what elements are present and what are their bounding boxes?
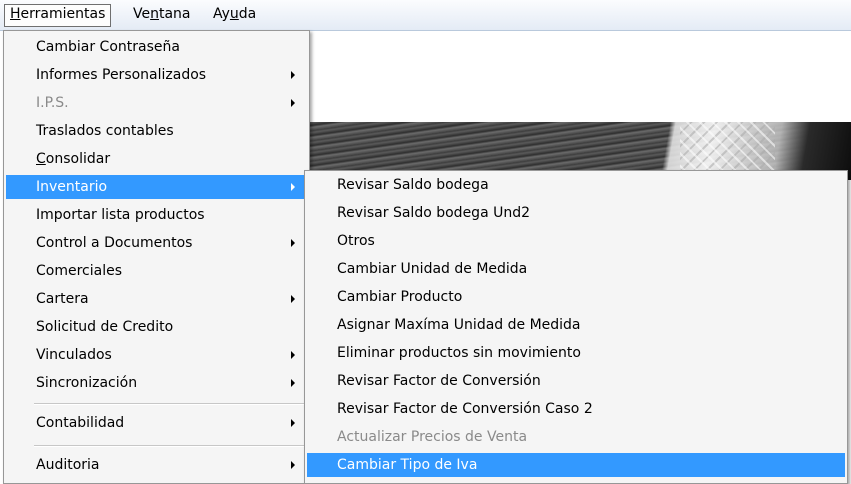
submenu-item-eliminar-productos[interactable]: Eliminar productos sin movimiento [307, 341, 845, 365]
herramientas-dropdown: Cambiar Contraseña Informes Personalizad… [3, 30, 310, 484]
submenu-arrow-icon [291, 183, 295, 191]
submenu-item-otros[interactable]: Otros [307, 229, 845, 253]
menu-item-mnemonic: C [36, 151, 46, 167]
menu-item-auditoria[interactable]: Auditoria [6, 453, 307, 477]
submenu-item-actualizar-precios-venta[interactable]: Actualizar Precios de Venta [307, 425, 845, 449]
menu-item-label: Solicitud de Credito [36, 319, 174, 335]
menu-item-label: Inventario [36, 179, 108, 195]
menu-ventana-pre: Ve [133, 6, 151, 22]
menu-item-consolidar[interactable]: Consolidar [6, 147, 307, 171]
menu-bar: Herramientas Ventana Ayuda [0, 0, 851, 31]
submenu-arrow-icon [291, 379, 295, 387]
submenu-item-cambiar-unidad-medida[interactable]: Cambiar Unidad de Medida [307, 257, 845, 281]
menu-item-comerciales[interactable]: Comerciales [6, 259, 307, 283]
menu-item-label: Auditoria [36, 457, 100, 473]
menu-item-informes-personalizados[interactable]: Informes Personalizados [6, 63, 307, 87]
menu-ayuda-mnemonic: u [229, 6, 239, 22]
menu-item-label-rest: onsolidar [45, 151, 111, 167]
submenu-item-label: Cambiar Unidad de Medida [337, 261, 528, 277]
menu-item-label: I.P.S. [36, 95, 69, 111]
menu-separator [34, 403, 307, 405]
menu-item-label: Control a Documentos [36, 235, 193, 251]
menu-herramientas-rest: erramientas [20, 6, 106, 22]
menu-ventana[interactable]: Ventana [128, 4, 196, 25]
submenu-item-label: Otros [337, 233, 375, 249]
menu-ayuda-rest: da [238, 6, 257, 22]
submenu-item-label: Revisar Saldo bodega Und2 [337, 205, 531, 221]
submenu-item-cambiar-producto[interactable]: Cambiar Producto [307, 285, 845, 309]
menu-herramientas[interactable]: Herramientas [4, 4, 112, 27]
menu-item-label: Cambiar Contraseña [36, 39, 180, 55]
submenu-item-label: Revisar Factor de Conversión Caso 2 [337, 401, 593, 417]
submenu-item-label: Asignar Maxíma Unidad de Medida [337, 317, 581, 333]
menu-item-cambiar-contrasena[interactable]: Cambiar Contraseña [6, 35, 307, 59]
menu-item-sincronizacion[interactable]: Sincronización [6, 371, 307, 395]
menu-ventana-rest: tana [158, 6, 191, 22]
menu-item-solicitud-credito[interactable]: Solicitud de Credito [6, 315, 307, 339]
submenu-item-label: Revisar Saldo bodega [337, 177, 489, 193]
menu-item-label: Comerciales [36, 263, 123, 279]
menu-ayuda-pre: Ay [213, 6, 230, 22]
menu-item-importar-lista-productos[interactable]: Importar lista productos [6, 203, 307, 227]
submenu-item-label: Cambiar Tipo de Iva [337, 457, 478, 473]
submenu-item-label: Actualizar Precios de Venta [337, 429, 528, 445]
submenu-arrow-icon [291, 461, 295, 469]
menu-item-control-documentos[interactable]: Control a Documentos [6, 231, 307, 255]
menu-item-label: Informes Personalizados [36, 67, 207, 83]
menu-ventana-mnemonic: n [150, 6, 159, 22]
submenu-item-cambiar-tipo-iva[interactable]: Cambiar Tipo de Iva [307, 453, 845, 477]
submenu-item-label: Cambiar Producto [337, 289, 463, 305]
menu-item-label: Cartera [36, 291, 89, 307]
menu-item-inventario[interactable]: Inventario [6, 175, 307, 199]
submenu-arrow-icon [291, 71, 295, 79]
submenu-arrow-icon [291, 351, 295, 359]
submenu-item-revisar-saldo-bodega[interactable]: Revisar Saldo bodega [307, 173, 845, 197]
submenu-arrow-icon [291, 239, 295, 247]
inventario-submenu: Revisar Saldo bodega Revisar Saldo bodeg… [304, 170, 848, 484]
menu-item-label: Vinculados [36, 347, 112, 363]
submenu-arrow-icon [291, 99, 295, 107]
submenu-item-revisar-factor-conversion[interactable]: Revisar Factor de Conversión [307, 369, 845, 393]
submenu-item-revisar-factor-conversion-caso2[interactable]: Revisar Factor de Conversión Caso 2 [307, 397, 845, 421]
submenu-arrow-icon [291, 419, 295, 427]
submenu-item-revisar-saldo-bodega-und2[interactable]: Revisar Saldo bodega Und2 [307, 201, 845, 225]
menu-item-traslados-contables[interactable]: Traslados contables [6, 119, 307, 143]
menu-ayuda[interactable]: Ayuda [208, 4, 261, 25]
menu-separator [34, 445, 307, 447]
submenu-item-asignar-maxima-unidad[interactable]: Asignar Maxíma Unidad de Medida [307, 313, 845, 337]
menu-item-vinculados[interactable]: Vinculados [6, 343, 307, 367]
menu-item-cartera[interactable]: Cartera [6, 287, 307, 311]
submenu-arrow-icon [291, 295, 295, 303]
menu-item-label: Contabilidad [36, 415, 125, 431]
menu-item-contabilidad[interactable]: Contabilidad [6, 411, 307, 435]
menu-item-label: Sincronización [36, 375, 138, 391]
submenu-item-label: Eliminar productos sin movimiento [337, 345, 581, 361]
menu-item-label: Traslados contables [36, 123, 174, 139]
menu-item-label: Importar lista productos [36, 207, 205, 223]
menu-herramientas-mnemonic: H [10, 6, 21, 22]
submenu-item-label: Revisar Factor de Conversión [337, 373, 541, 389]
menu-item-ips[interactable]: I.P.S. [6, 91, 307, 115]
